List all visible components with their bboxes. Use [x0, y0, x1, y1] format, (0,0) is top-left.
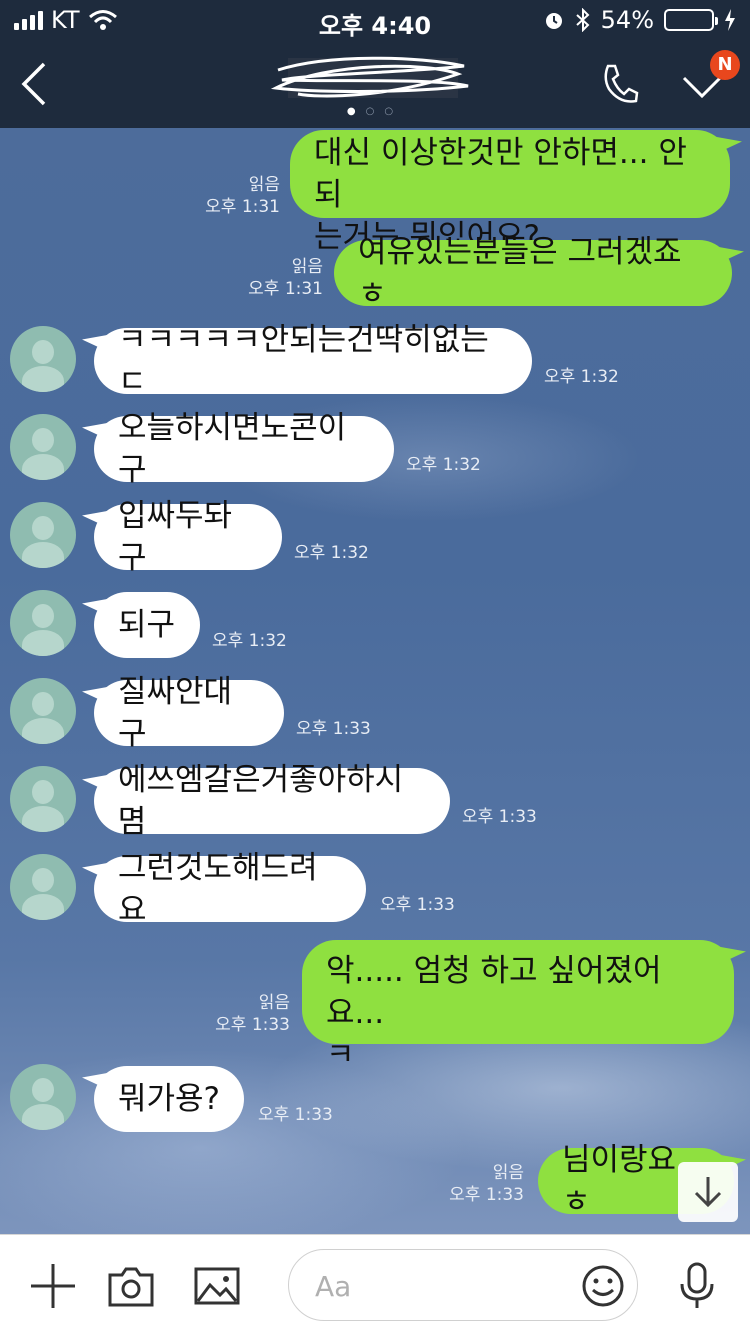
- emoji-icon[interactable]: [581, 1264, 625, 1308]
- message-text: 악..... 엄청 하고 싶어졌어요...: [326, 953, 662, 1031]
- phone-call-icon[interactable]: [600, 62, 640, 106]
- microphone-icon[interactable]: [672, 1261, 722, 1311]
- message-text: ㅋ: [326, 1037, 355, 1073]
- contact-avatar[interactable]: [10, 766, 76, 832]
- message-text: 입싸두돠구: [118, 498, 233, 576]
- message-bubble-outgoing[interactable]: 대신 이상한것만 안하면... 안되 는거는 뭐있어요?: [290, 130, 730, 255]
- battery-icon: [664, 9, 718, 31]
- page-indicator: ●○○: [346, 106, 404, 117]
- arrow-down-icon: [694, 1177, 722, 1208]
- contact-avatar[interactable]: [10, 590, 76, 656]
- message-time: 오후 1:33: [258, 1105, 333, 1125]
- contact-avatar[interactable]: [10, 414, 76, 480]
- message-text: 여유있는분들은 그러겠죠 ㅎ: [358, 234, 682, 312]
- message-time: 오후 1:32: [406, 455, 481, 475]
- message-input-field[interactable]: [288, 1249, 638, 1321]
- back-arrow-icon[interactable]: [14, 60, 54, 108]
- message-time: 오후 1:33: [296, 719, 371, 739]
- message-text: 대신 이상한것만 안하면... 안되: [314, 135, 687, 213]
- message-input-bar: [0, 1234, 750, 1334]
- read-receipt: 읽음 오후 1:31: [248, 257, 323, 299]
- message-bubble-incoming[interactable]: ㅋㅋㅋㅋㅋ안되는건딱히없는ㄷ: [94, 322, 532, 400]
- read-receipt: 읽음 오후 1:33: [215, 993, 290, 1035]
- message-text: 되구: [118, 607, 176, 643]
- message-text: ㅋㅋㅋㅋㅋ안되는건딱히없는ㄷ: [118, 322, 489, 400]
- message-bubble-incoming[interactable]: 되구: [94, 592, 200, 658]
- contact-avatar[interactable]: [10, 1064, 76, 1130]
- message-bubble-outgoing[interactable]: 악..... 엄청 하고 싶어졌어요... ㅋ: [302, 940, 734, 1073]
- camera-icon[interactable]: [106, 1261, 156, 1311]
- scroll-to-bottom-button[interactable]: [678, 1162, 738, 1222]
- redacted-title-scribble: [270, 56, 469, 98]
- message-bubble-incoming[interactable]: 입싸두돠구: [94, 498, 282, 576]
- message-text: 에쓰엠갈은거좋아하시몀: [118, 762, 404, 840]
- message-bubble-incoming[interactable]: 오늘하시면노콘이구: [94, 410, 394, 488]
- read-receipt: 읽음 오후 1:33: [449, 1163, 524, 1205]
- notification-badge: N: [710, 50, 740, 80]
- top-bar: KT 오후 4:40 54% ●○○ N: [0, 0, 750, 128]
- charging-bolt-icon: [725, 9, 735, 31]
- contact-avatar[interactable]: [10, 678, 76, 744]
- message-input[interactable]: [315, 1266, 565, 1306]
- battery-percent: 54%: [600, 6, 654, 34]
- plus-icon[interactable]: [28, 1261, 78, 1311]
- message-time: 오후 1:32: [544, 367, 619, 387]
- bluetooth-icon: [575, 8, 590, 32]
- message-text: 그런것도해드려요: [118, 850, 318, 928]
- message-time: 오후 1:32: [294, 543, 369, 563]
- message-bubble-outgoing[interactable]: 여유있는분들은 그러겠죠 ㅎ: [334, 234, 732, 312]
- message-time: 오후 1:32: [212, 631, 287, 651]
- contact-avatar[interactable]: [10, 326, 76, 392]
- photo-gallery-icon[interactable]: [192, 1261, 242, 1311]
- message-bubble-incoming[interactable]: 그런것도해드려요: [94, 850, 366, 928]
- contact-avatar[interactable]: [10, 854, 76, 920]
- chat-header: ●○○ N: [0, 40, 750, 128]
- chat-area[interactable]: 읽음 오후 1:31 대신 이상한것만 안하면... 안되 는거는 뭐있어요? 읽…: [0, 128, 750, 1234]
- message-bubble-incoming[interactable]: 질싸안대구: [94, 674, 284, 752]
- message-time: 오후 1:33: [462, 807, 537, 827]
- message-text: 질싸안대구: [118, 674, 233, 752]
- message-time: 오후 1:33: [380, 895, 455, 915]
- message-text: 뭐가용?: [118, 1081, 221, 1117]
- read-receipt: 읽음 오후 1:31: [205, 175, 280, 217]
- message-bubble-incoming[interactable]: 뭐가용?: [94, 1066, 244, 1132]
- message-text: 오늘하시면노콘이구: [118, 410, 347, 488]
- status-bar: KT 오후 4:40 54%: [0, 0, 750, 40]
- contact-avatar[interactable]: [10, 502, 76, 568]
- message-bubble-incoming[interactable]: 에쓰엠갈은거좋아하시몀: [94, 762, 450, 840]
- alarm-clock-icon: [545, 13, 562, 29]
